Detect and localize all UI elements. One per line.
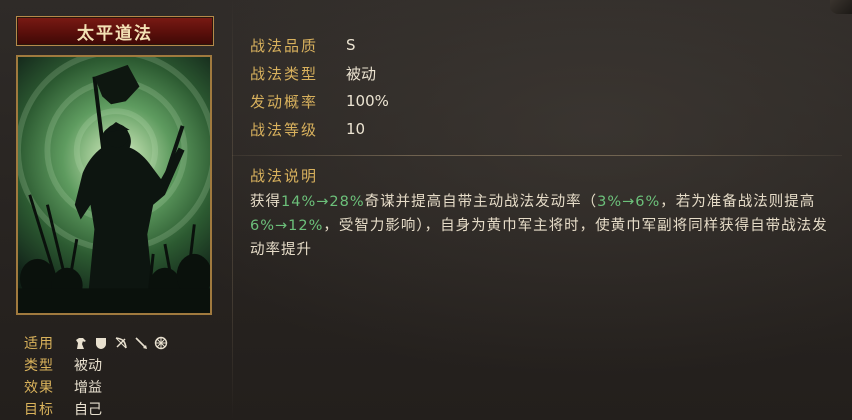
- skill-name-banner: 太平道法: [16, 16, 214, 46]
- skill-portrait: [16, 55, 212, 315]
- description-text: 获得: [250, 194, 281, 210]
- skill-name: 太平道法: [77, 23, 153, 44]
- description-title: 战法说明: [250, 167, 319, 185]
- attribute-label: 类型: [24, 358, 54, 374]
- description-highlight: 14%→28%: [281, 194, 365, 210]
- description-text: 奇谋并提高自带主动战法发动率（: [364, 194, 598, 210]
- stat-row-type: 战法类型 被动: [250, 59, 389, 87]
- attribute-label: 适用: [24, 336, 54, 352]
- stat-row-quality: 战法品质 S: [250, 31, 389, 59]
- attribute-row-target: 目标 自己: [24, 398, 168, 420]
- attribute-row-effect: 效果 增益: [24, 376, 168, 398]
- description-highlight: 6%→12%: [250, 218, 324, 234]
- skill-attributes: 适用 类型 被动 效果 增益 目标 自己: [24, 332, 168, 420]
- bow-icon: [114, 336, 128, 350]
- attribute-label: 效果: [24, 380, 54, 396]
- stat-value: S: [346, 36, 356, 54]
- portrait-art: [18, 57, 210, 313]
- description-text: ，受智力影响），自身为黄巾军主将时，使黄巾军副将同样获得自带战法发动率提升: [250, 218, 828, 258]
- stat-value: 100%: [346, 92, 389, 110]
- attribute-value: 被动: [74, 358, 102, 374]
- stat-label: 发动概率: [250, 92, 319, 111]
- shield-icon: [94, 336, 108, 350]
- stat-row-level: 战法等级 10: [250, 115, 389, 143]
- stat-label: 战法品质: [250, 36, 319, 55]
- attribute-row-units: 适用: [24, 332, 168, 354]
- applicable-units: [74, 336, 168, 350]
- stat-value: 被动: [346, 64, 377, 83]
- stat-label: 战法类型: [250, 64, 319, 83]
- skill-stats: 战法品质 S 战法类型 被动 发动概率 100% 战法等级 10: [250, 31, 389, 143]
- vertical-divider: [232, 0, 233, 420]
- stat-value: 10: [346, 120, 366, 138]
- description-highlight: 3%→6%: [597, 194, 661, 210]
- attribute-label: 目标: [24, 402, 54, 418]
- attribute-value: 自己: [74, 402, 102, 418]
- horizontal-divider: [232, 155, 842, 156]
- description-text: ，若为准备战法则提高: [660, 194, 816, 210]
- attribute-value: 增益: [74, 380, 102, 396]
- attribute-row-type: 类型 被动: [24, 354, 168, 376]
- cavalry-icon: [74, 336, 88, 350]
- wheel-icon: [154, 336, 168, 350]
- spear-icon: [134, 336, 148, 350]
- corner-ornament: [830, 0, 852, 14]
- stat-row-probability: 发动概率 100%: [250, 87, 389, 115]
- skill-description: 获得14%→28%奇谋并提高自带主动战法发动率（3%→6%，若为准备战法则提高 6…: [250, 190, 835, 262]
- stat-label: 战法等级: [250, 120, 319, 139]
